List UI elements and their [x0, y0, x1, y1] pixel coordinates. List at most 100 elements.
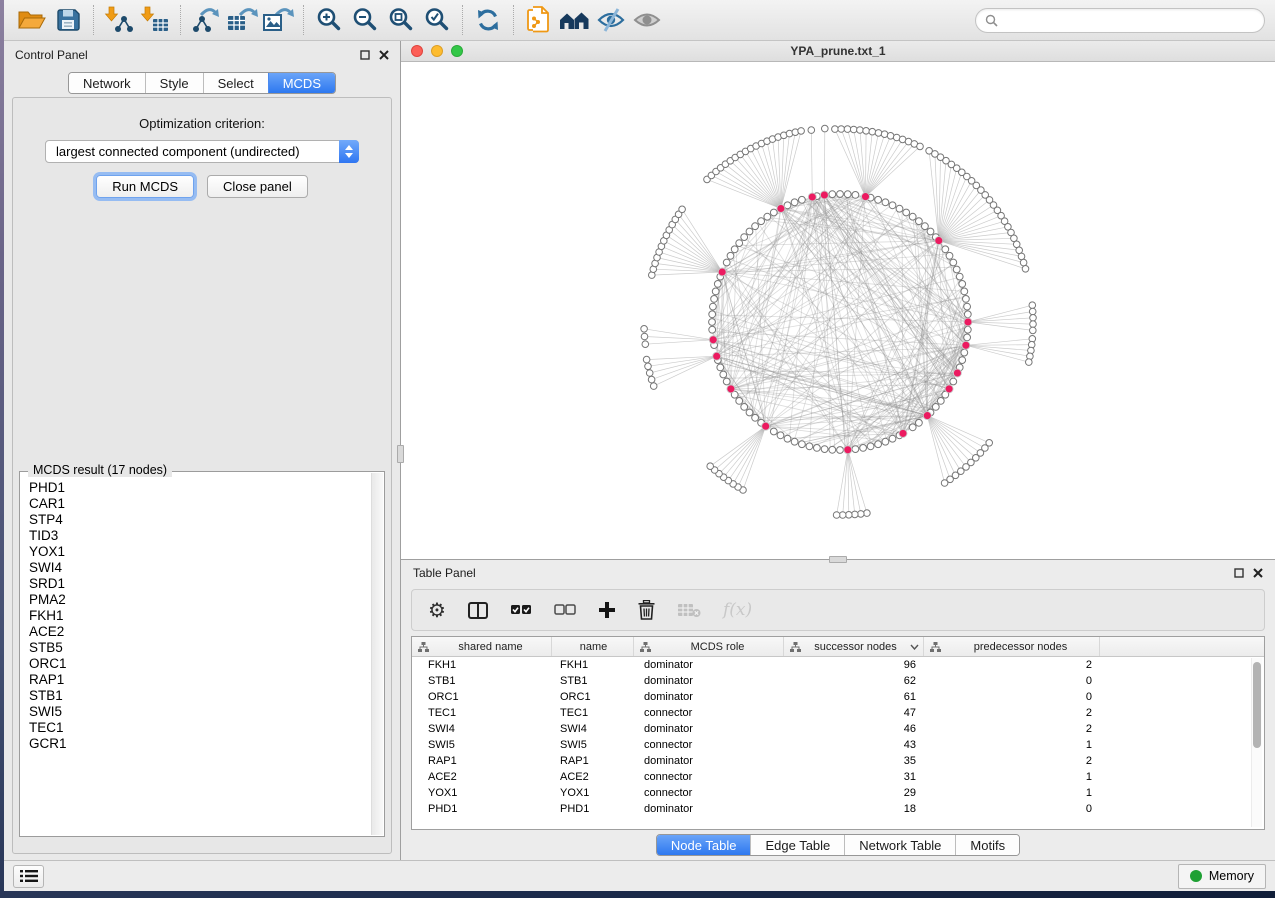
column-header-predecessor-nodes[interactable]: predecessor nodes — [924, 637, 1100, 656]
graph-node[interactable] — [953, 266, 960, 273]
graph-node[interactable] — [964, 303, 971, 310]
graph-node[interactable] — [717, 364, 724, 371]
search-input[interactable] — [1003, 13, 1255, 27]
graph-edge[interactable] — [968, 318, 1033, 322]
graph-edge[interactable] — [811, 130, 812, 197]
graph-leaf-node[interactable] — [643, 356, 650, 363]
task-history-button[interactable] — [13, 865, 44, 888]
graph-leaf-node[interactable] — [887, 133, 894, 140]
graph-edge[interactable] — [968, 312, 1033, 323]
graph-edge[interactable] — [939, 200, 990, 241]
graph-node[interactable] — [882, 438, 889, 445]
graph-node[interactable] — [709, 319, 716, 326]
graph-edge[interactable] — [866, 136, 891, 197]
graph-node[interactable] — [799, 196, 806, 203]
graph-hub-node[interactable] — [962, 341, 970, 349]
graph-node[interactable] — [723, 378, 730, 385]
table-row[interactable]: ORC1ORC1dominator610 — [412, 689, 1264, 705]
graph-node[interactable] — [942, 246, 949, 253]
graph-node[interactable] — [963, 296, 970, 303]
graph-edge[interactable] — [672, 225, 722, 272]
mcds-result-item[interactable]: SRD1 — [29, 576, 370, 592]
graph-node[interactable] — [806, 443, 813, 450]
graph-node[interactable] — [950, 378, 957, 385]
graph-hub-node[interactable] — [844, 446, 852, 454]
graph-edge[interactable] — [939, 185, 977, 240]
graph-edge[interactable] — [927, 416, 966, 467]
graph-edge[interactable] — [848, 450, 861, 514]
tab-network-table[interactable]: Network Table — [844, 835, 955, 855]
graph-node[interactable] — [758, 218, 765, 225]
mcds-result-item[interactable]: STB1 — [29, 688, 370, 704]
column-layout-icon[interactable] — [468, 602, 488, 619]
graph-leaf-node[interactable] — [798, 128, 805, 135]
window-maximize-icon[interactable] — [451, 45, 463, 57]
table-row[interactable]: SWI5SWI5connector431 — [412, 737, 1264, 753]
criterion-dropdown[interactable]: largest connected component (undirected) — [45, 140, 359, 163]
graph-node[interactable] — [712, 288, 719, 295]
graph-leaf-node[interactable] — [838, 126, 845, 133]
table-row[interactable]: FKH1FKH1dominator962 — [412, 657, 1264, 673]
graph-leaf-node[interactable] — [863, 128, 870, 135]
mcds-result-item[interactable]: STB5 — [29, 640, 370, 656]
graph-leaf-node[interactable] — [707, 463, 714, 470]
graph-hub-node[interactable] — [713, 352, 721, 360]
graph-node[interactable] — [784, 435, 791, 442]
horizontal-splitter-handle[interactable] — [829, 556, 847, 563]
graph-leaf-node[interactable] — [1022, 266, 1029, 273]
graph-node[interactable] — [860, 445, 867, 452]
mcds-result-list[interactable]: PHD1CAR1STP4TID3YOX1SWI4SRD1PMA2FKH1ACE2… — [22, 474, 370, 834]
graph-node[interactable] — [746, 409, 753, 416]
graph-node[interactable] — [709, 326, 716, 333]
graph-node[interactable] — [752, 223, 759, 230]
zoom-in-button[interactable] — [311, 3, 347, 37]
graph-edge[interactable] — [652, 356, 717, 379]
graph-edge[interactable] — [866, 131, 867, 197]
graph-node[interactable] — [829, 191, 836, 198]
tab-edge-table[interactable]: Edge Table — [750, 835, 844, 855]
zoom-out-button[interactable] — [347, 3, 383, 37]
graph-node[interactable] — [844, 191, 851, 198]
graph-node[interactable] — [791, 438, 798, 445]
graph-edge[interactable] — [966, 345, 1032, 346]
window-minimize-icon[interactable] — [431, 45, 443, 57]
mcds-result-item[interactable]: GCR1 — [29, 736, 370, 752]
graph-node[interactable] — [922, 223, 929, 230]
show-preview-button[interactable] — [629, 3, 665, 37]
mcds-result-item[interactable]: STP4 — [29, 512, 370, 528]
graph-leaf-node[interactable] — [833, 512, 840, 519]
graph-hub-node[interactable] — [862, 193, 870, 201]
graph-edge[interactable] — [927, 416, 971, 463]
tab-style[interactable]: Style — [145, 73, 203, 93]
graph-edge[interactable] — [966, 345, 1030, 356]
graph-leaf-node[interactable] — [642, 341, 649, 348]
graph-node[interactable] — [889, 435, 896, 442]
refresh-button[interactable] — [470, 3, 506, 37]
graph-hub-node[interactable] — [808, 193, 816, 201]
graph-edge[interactable] — [866, 142, 909, 197]
column-header-shared-name[interactable]: shared name — [412, 637, 552, 656]
graph-node[interactable] — [770, 428, 777, 435]
save-session-button[interactable] — [50, 3, 86, 37]
graph-edge[interactable] — [645, 340, 713, 344]
graph-leaf-node[interactable] — [650, 383, 657, 390]
graph-hub-node[interactable] — [935, 237, 943, 245]
search-box[interactable] — [975, 8, 1265, 33]
graph-node[interactable] — [731, 246, 738, 253]
graph-hub-node[interactable] — [953, 369, 961, 377]
graph-edge[interactable] — [854, 130, 866, 197]
graph-node[interactable] — [909, 424, 916, 431]
graph-edge[interactable] — [968, 305, 1032, 322]
mcds-result-item[interactable]: PMA2 — [29, 592, 370, 608]
graph-leaf-node[interactable] — [850, 126, 857, 133]
graph-edge[interactable] — [738, 426, 766, 487]
mcds-result-item[interactable]: TID3 — [29, 528, 370, 544]
graph-edge[interactable] — [682, 209, 722, 272]
add-column-icon[interactable] — [598, 601, 616, 619]
graph-node[interactable] — [720, 371, 727, 378]
delete-column-icon[interactable] — [638, 600, 655, 620]
graph-node[interactable] — [927, 228, 934, 235]
graph-node[interactable] — [964, 311, 971, 318]
graph-hub-node[interactable] — [777, 205, 785, 213]
export-table-button[interactable] — [224, 3, 260, 37]
